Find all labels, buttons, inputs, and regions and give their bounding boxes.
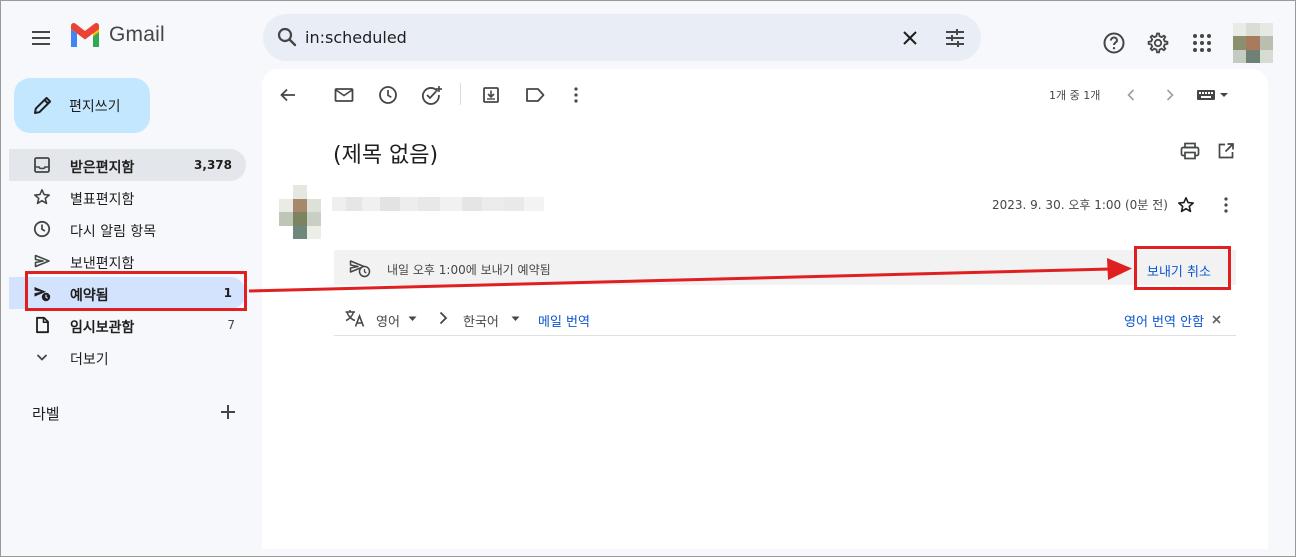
sidebar-item-inbox[interactable]: 받은편지함 3,378 bbox=[9, 149, 246, 181]
settings-button[interactable] bbox=[1143, 28, 1173, 58]
message-subject: (제목 없음) bbox=[333, 143, 439, 168]
print-button[interactable] bbox=[1178, 139, 1202, 163]
move-to-icon bbox=[483, 87, 499, 103]
scheduled-send-icon bbox=[349, 260, 371, 278]
compose-button[interactable]: 편지쓰기 bbox=[14, 78, 150, 133]
back-button[interactable] bbox=[276, 83, 300, 107]
scheduled-banner-text: 내일 오후 1:00에 보내기 예약됨 bbox=[387, 263, 551, 277]
target-language-select[interactable]: 한국어 bbox=[463, 311, 499, 330]
more-options-button[interactable] bbox=[564, 83, 588, 107]
send-icon bbox=[34, 254, 50, 268]
gmail-m-icon bbox=[71, 23, 99, 47]
pencil-icon bbox=[34, 96, 52, 114]
inbox-icon bbox=[34, 157, 50, 173]
open-in-new-icon bbox=[1218, 143, 1234, 159]
main-menu-button[interactable] bbox=[23, 19, 61, 57]
message-date: 2023. 9. 30. 오후 1:00 (0분 전) bbox=[992, 198, 1168, 212]
translate-bar: 영어 한국어 메일 번역 영어 번역 안함 bbox=[334, 300, 1236, 336]
sidebar-item-label: 별표편지함 bbox=[70, 192, 135, 208]
labels-header: 라벨 bbox=[32, 405, 60, 423]
chevron-right-icon bbox=[1166, 89, 1174, 101]
sidebar-item-count: 7 bbox=[227, 318, 235, 332]
chevron-down-icon bbox=[36, 354, 48, 361]
star-button[interactable] bbox=[1174, 193, 1198, 217]
sidebar-item-label: 더보기 bbox=[70, 352, 109, 368]
message-more-button[interactable] bbox=[1214, 193, 1238, 217]
avatar[interactable] bbox=[1233, 23, 1273, 63]
draft-icon bbox=[36, 316, 49, 334]
pager-count: 1개 중 1개 bbox=[1049, 89, 1101, 102]
search-input[interactable] bbox=[305, 22, 865, 52]
close-icon[interactable] bbox=[1212, 315, 1221, 324]
compose-label: 편지쓰기 bbox=[69, 99, 121, 115]
apps-grid-icon bbox=[1193, 34, 1211, 52]
sidebar-item-label: 보낸편지함 bbox=[70, 256, 135, 272]
sidebar-item-starred[interactable]: 별표편지함 bbox=[9, 181, 249, 213]
annotation-box-scheduled bbox=[25, 271, 247, 311]
more-vert-icon bbox=[574, 87, 578, 103]
scheduled-banner: 내일 오후 1:00에 보내기 예약됨 bbox=[334, 250, 1236, 285]
labels-button[interactable] bbox=[523, 83, 547, 107]
input-tools-button[interactable] bbox=[1196, 83, 1230, 107]
chevron-left-icon bbox=[1127, 89, 1135, 101]
never-translate-link[interactable]: 영어 번역 안함 bbox=[1124, 311, 1204, 330]
open-new-window-button[interactable] bbox=[1214, 139, 1238, 163]
star-icon bbox=[1178, 197, 1194, 213]
more-vert-icon bbox=[1224, 197, 1228, 213]
toolbar-divider bbox=[460, 83, 461, 105]
search-icon[interactable] bbox=[275, 25, 299, 49]
annotation-box-cancel bbox=[1134, 246, 1231, 290]
sidebar-item-count: 3,378 bbox=[194, 158, 232, 172]
mail-icon bbox=[334, 88, 354, 102]
search-bar bbox=[263, 14, 981, 61]
print-icon bbox=[1180, 142, 1200, 160]
account-area bbox=[1099, 23, 1273, 63]
close-icon[interactable] bbox=[897, 25, 923, 51]
sidebar-item-snoozed[interactable]: 다시 알림 항목 bbox=[9, 213, 249, 245]
caret-down-icon bbox=[408, 316, 417, 321]
message-view: 1개 중 1개 (제목 없음) 2023. 9. 30. 오후 1:00 (0분… bbox=[262, 69, 1268, 549]
gear-icon bbox=[1147, 32, 1169, 54]
caret-down-icon bbox=[511, 316, 520, 321]
gmail-logo[interactable]: Gmail bbox=[69, 23, 165, 47]
gmail-logo-text: Gmail bbox=[109, 23, 165, 46]
sidebar-item-label: 다시 알림 항목 bbox=[70, 224, 157, 240]
add-task-icon bbox=[421, 86, 442, 105]
snooze-button[interactable] bbox=[376, 83, 400, 107]
add-to-tasks-button[interactable] bbox=[420, 83, 444, 107]
sidebar-item-label: 받은편지함 bbox=[70, 160, 135, 176]
sidebar-nav: 받은편지함 3,378 별표편지함 다시 알림 항목 보낸편지함 예약됨 1 임… bbox=[9, 149, 249, 373]
search-options-icon[interactable] bbox=[942, 25, 968, 51]
top-bar: Gmail bbox=[1, 1, 1295, 73]
sidebar-item-label: 임시보관함 bbox=[70, 320, 135, 336]
sender-avatar bbox=[279, 185, 321, 239]
move-to-button[interactable] bbox=[479, 83, 503, 107]
clock-icon bbox=[33, 220, 51, 238]
older-button[interactable] bbox=[1158, 83, 1182, 107]
sidebar-item-drafts[interactable]: 임시보관함 7 bbox=[9, 309, 249, 341]
keyboard-icon bbox=[1197, 90, 1228, 100]
help-icon bbox=[1103, 32, 1125, 54]
gmail-window: Gmail in:scheduled 편지쓰기 받은편지함 3,378 별표편지… bbox=[0, 0, 1296, 557]
arrow-left-icon bbox=[280, 88, 295, 102]
newer-button[interactable] bbox=[1119, 83, 1143, 107]
mark-unread-button[interactable] bbox=[332, 83, 356, 107]
sidebar-item-more[interactable]: 더보기 bbox=[9, 341, 249, 373]
label-icon bbox=[526, 88, 545, 102]
hamburger-menu-icon bbox=[32, 31, 50, 45]
clock-icon bbox=[379, 86, 397, 104]
translate-message-link[interactable]: 메일 번역 bbox=[538, 311, 590, 330]
support-button[interactable] bbox=[1099, 28, 1129, 58]
chevron-right-icon bbox=[439, 311, 448, 325]
sender-name-blurred bbox=[332, 197, 544, 211]
translate-icon bbox=[345, 310, 365, 327]
source-language-select[interactable]: 영어 bbox=[376, 311, 400, 330]
plus-icon[interactable] bbox=[217, 401, 239, 423]
star-icon bbox=[34, 189, 50, 205]
apps-button[interactable] bbox=[1187, 28, 1217, 58]
